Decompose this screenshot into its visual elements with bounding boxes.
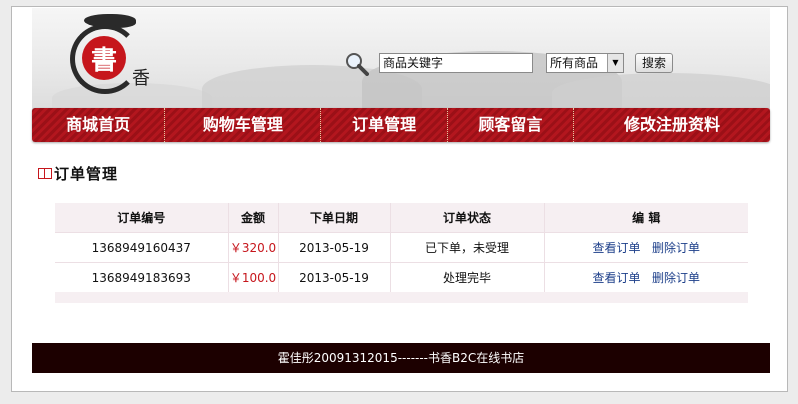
- view-order-link[interactable]: 查看订单: [593, 271, 641, 285]
- page-title-text: 订单管理: [54, 165, 119, 183]
- book-icon: [38, 168, 52, 179]
- order-status: 处理完毕: [389, 262, 544, 292]
- category-select[interactable]: 所有商品 ▼: [546, 53, 624, 73]
- delete-order-link[interactable]: 删除订单: [652, 271, 700, 285]
- order-amount: ￥100.0: [227, 262, 278, 292]
- banner-mountain: [552, 73, 770, 113]
- orders-table: 订单编号 金额 下单日期 订单状态 编 辑 1368949160437 ￥320…: [55, 203, 748, 292]
- magnifier-icon: [346, 53, 369, 76]
- column-header-status: 订单状态: [389, 203, 544, 233]
- logo-side-char: 香: [132, 68, 150, 89]
- table-row: 1368949160437 ￥320.0 2013-05-19 已下单，未受理 …: [55, 232, 748, 263]
- search-button[interactable]: 搜索: [635, 53, 673, 73]
- site-logo[interactable]: 書 香: [64, 14, 156, 104]
- order-status: 已下单，未受理: [389, 232, 544, 263]
- order-id: 1368949183693: [55, 262, 228, 292]
- orders-table-container: 订单编号 金额 下单日期 订单状态 编 辑 1368949160437 ￥320…: [55, 203, 748, 303]
- logo-seal: 書: [82, 36, 126, 80]
- delete-order-link[interactable]: 删除订单: [652, 241, 700, 255]
- order-id: 1368949160437: [55, 232, 228, 263]
- nav-item-messages[interactable]: 顾客留言: [446, 108, 573, 142]
- order-actions: 查看订单 删除订单: [543, 232, 748, 263]
- order-amount: ￥320.0: [227, 232, 278, 263]
- column-header-edit: 编 辑: [543, 203, 748, 233]
- nav-item-cart[interactable]: 购物车管理: [164, 108, 320, 142]
- search-input[interactable]: 商品关键字: [379, 53, 533, 73]
- main-nav: 商城首页 购物车管理 订单管理 顾客留言 修改注册资料: [32, 108, 770, 142]
- column-header-amount: 金额: [227, 203, 278, 233]
- header-banner: 書 香 商品关键字 所有商品 ▼ 搜索: [32, 8, 770, 113]
- chevron-down-icon[interactable]: ▼: [607, 54, 623, 72]
- table-header-row: 订单编号 金额 下单日期 订单状态 编 辑: [55, 203, 748, 233]
- column-header-date: 下单日期: [277, 203, 390, 233]
- footer: 霍佳彤20091312015-------书香B2C在线书店: [32, 343, 770, 373]
- order-date: 2013-05-19: [277, 232, 390, 263]
- category-select-value: 所有商品: [550, 56, 599, 70]
- order-actions: 查看订单 删除订单: [543, 262, 748, 292]
- page-frame: 書 香 商品关键字 所有商品 ▼ 搜索 商城首页 购物车管理 订单管理 顾客留言…: [11, 6, 788, 392]
- column-header-order-id: 订单编号: [117, 211, 166, 225]
- order-date: 2013-05-19: [277, 262, 390, 292]
- view-order-link[interactable]: 查看订单: [593, 241, 641, 255]
- nav-item-profile[interactable]: 修改注册资料: [573, 108, 770, 142]
- page-title: 订单管理: [38, 163, 118, 184]
- nav-item-orders[interactable]: 订单管理: [320, 108, 446, 142]
- table-row: 1368949183693 ￥100.0 2013-05-19 处理完毕 查看订…: [55, 262, 748, 292]
- nav-item-home[interactable]: 商城首页: [32, 108, 164, 142]
